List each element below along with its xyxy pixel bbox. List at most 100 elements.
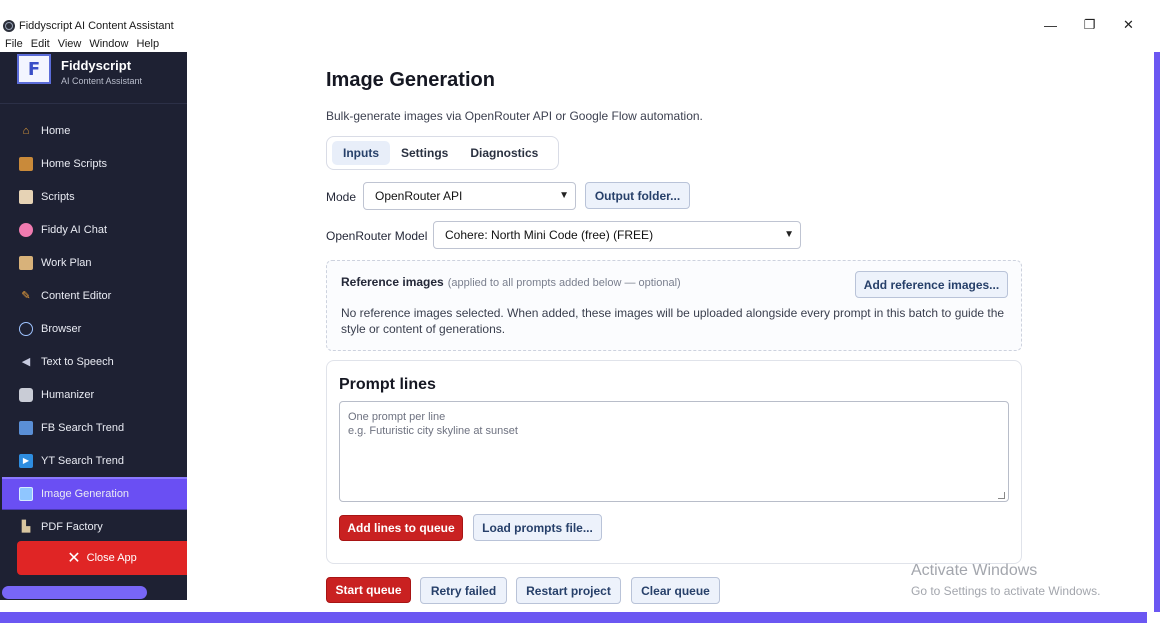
sidebar-item-label: Text to Speech — [41, 355, 114, 368]
activate-windows-watermark: Activate Windows Go to Settings to activ… — [911, 562, 1100, 598]
prompt-lines-card: Prompt lines One prompt per line e.g. Fu… — [326, 360, 1022, 564]
brand-subtitle: AI Content Assistant — [61, 76, 143, 86]
start-queue-button[interactable]: Start queue — [326, 577, 411, 603]
sidebar-item-home[interactable]: ⌂ Home — [0, 114, 187, 147]
factory-icon: ▙ — [21, 521, 31, 533]
watermark-line-2: Go to Settings to activate Windows. — [911, 584, 1101, 598]
app-logo-icon — [3, 20, 15, 32]
reference-title-text: Reference images — [341, 275, 444, 289]
sidebar-item-text-to-speech[interactable]: ◀ Text to Speech — [0, 345, 187, 378]
sidebar-nav: ⌂ Home Home Scripts Scripts Fiddy AI Cha… — [0, 114, 187, 543]
page-title: Image Generation — [326, 69, 495, 91]
menu-window[interactable]: Window — [85, 37, 132, 51]
image-icon — [19, 487, 33, 501]
sidebar-item-label: Image Generation — [41, 488, 130, 500]
brand: F Fiddyscript AI Content Assistant — [0, 52, 187, 104]
menu-bar: File Edit View Window Help — [0, 37, 163, 51]
add-reference-images-button[interactable]: Add reference images... — [855, 271, 1008, 298]
close-app-label: Close App — [86, 552, 137, 564]
sidebar-item-yt-search-trend[interactable]: ▶ YT Search Trend — [0, 444, 187, 477]
sidebar-item-label: Home — [41, 124, 71, 137]
tab-bar: Inputs Settings Diagnostics — [326, 136, 559, 170]
menu-view[interactable]: View — [54, 37, 86, 51]
minimize-button[interactable]: — — [1031, 14, 1070, 36]
reference-title: Reference images (applied to all prompts … — [341, 275, 681, 289]
sidebar-item-label: Fiddy AI Chat — [41, 223, 108, 236]
sidebar-item-pdf-factory[interactable]: ▙ PDF Factory — [0, 510, 187, 543]
globe-icon — [19, 321, 33, 336]
sidebar-item-image-generation[interactable]: Image Generation — [2, 477, 187, 510]
notebook-icon — [19, 156, 33, 171]
sidebar-item-label: Work Plan — [41, 256, 92, 269]
sidebar-item-humanizer[interactable]: Humanizer — [0, 378, 187, 411]
sidebar-item-label: Content Editor — [41, 289, 112, 302]
page-subtitle: Bulk-generate images via OpenRouter API … — [326, 109, 703, 123]
robot-icon — [19, 387, 33, 402]
chevron-down-icon: ▼ — [784, 229, 794, 240]
window-controls: — ❐ ✕ — [1031, 14, 1148, 36]
brand-name: Fiddyscript — [61, 58, 132, 73]
sidebar-scrollbar[interactable] — [2, 586, 147, 599]
sidebar-item-fb-search-trend[interactable]: FB Search Trend — [0, 411, 187, 444]
retry-failed-button[interactable]: Retry failed — [420, 577, 507, 604]
sidebar-item-fiddy-ai-chat[interactable]: Fiddy AI Chat — [0, 213, 187, 246]
pencil-icon: ✎ — [21, 290, 31, 302]
reference-description: No reference images selected. When added… — [341, 306, 1005, 336]
main-content: Image Generation Bulk-generate images vi… — [187, 52, 1154, 612]
output-folder-button[interactable]: Output folder... — [585, 182, 690, 209]
menu-help[interactable]: Help — [132, 37, 163, 51]
chart-icon — [19, 420, 33, 435]
tab-settings[interactable]: Settings — [390, 141, 459, 165]
window-title: Fiddyscript AI Content Assistant — [19, 20, 174, 32]
prompt-lines-title: Prompt lines — [339, 376, 436, 393]
title-bar: Fiddyscript AI Content Assistant — ❐ ✕ — [0, 14, 1160, 38]
app-window: Fiddyscript AI Content Assistant — ❐ ✕ F… — [0, 0, 1160, 640]
tab-diagnostics[interactable]: Diagnostics — [459, 141, 549, 165]
scroll-icon — [19, 189, 33, 204]
sidebar-item-work-plan[interactable]: Work Plan — [0, 246, 187, 279]
sidebar-item-home-scripts[interactable]: Home Scripts — [0, 147, 187, 180]
mode-select[interactable]: OpenRouter API ▼ — [363, 182, 576, 210]
brand-logo: F — [17, 54, 51, 84]
sidebar-item-label: Home Scripts — [41, 157, 108, 170]
sidebar-item-label: Humanizer — [41, 388, 95, 401]
sidebar-item-content-editor[interactable]: ✎ Content Editor — [0, 279, 187, 312]
model-label: OpenRouter Model — [326, 229, 428, 243]
restore-button[interactable]: ❐ — [1070, 14, 1109, 36]
sidebar: F Fiddyscript AI Content Assistant ⌂ Hom… — [0, 52, 187, 600]
play-icon: ▶ — [19, 453, 33, 468]
sidebar-item-label: FB Search Trend — [41, 421, 125, 434]
main-vertical-scrollbar[interactable] — [1154, 52, 1160, 612]
speaker-icon: ◀ — [21, 356, 31, 368]
sidebar-item-label: PDF Factory — [41, 520, 103, 533]
load-prompts-file-button[interactable]: Load prompts file... — [473, 514, 602, 541]
clipboard-icon — [19, 255, 33, 270]
menu-edit[interactable]: Edit — [27, 37, 54, 51]
tab-inputs[interactable]: Inputs — [332, 141, 390, 165]
brain-icon — [19, 222, 33, 237]
clear-queue-button[interactable]: Clear queue — [631, 577, 720, 604]
reference-images-panel: Reference images (applied to all prompts … — [326, 260, 1022, 351]
close-window-button[interactable]: ✕ — [1109, 14, 1148, 36]
close-icon: ✕ — [67, 550, 81, 567]
menu-file[interactable]: File — [0, 37, 27, 51]
close-app-button[interactable]: ✕ Close App — [17, 541, 187, 575]
horizontal-scrollbar[interactable] — [0, 612, 1147, 623]
resize-handle[interactable] — [998, 492, 1005, 499]
sidebar-item-label: Browser — [41, 322, 82, 335]
house-icon: ⌂ — [22, 124, 30, 137]
sidebar-item-scripts[interactable]: Scripts — [0, 180, 187, 213]
sidebar-item-label: Scripts — [41, 190, 75, 203]
sidebar-item-browser[interactable]: Browser — [0, 312, 187, 345]
restart-project-button[interactable]: Restart project — [516, 577, 621, 604]
add-lines-to-queue-button[interactable]: Add lines to queue — [339, 515, 463, 541]
mode-select-value: OpenRouter API — [375, 189, 463, 203]
reference-hint: (applied to all prompts added below — op… — [447, 277, 681, 289]
prompt-lines-textarea[interactable]: One prompt per line e.g. Futuristic city… — [339, 401, 1009, 502]
sidebar-item-label: YT Search Trend — [41, 454, 124, 467]
chevron-down-icon: ▼ — [559, 190, 569, 201]
model-select[interactable]: Cohere: North Mini Code (free) (FREE) ▼ — [433, 221, 801, 249]
model-select-value: Cohere: North Mini Code (free) (FREE) — [445, 228, 654, 242]
mode-label: Mode — [326, 190, 357, 204]
watermark-line-1: Activate Windows — [911, 562, 1038, 579]
